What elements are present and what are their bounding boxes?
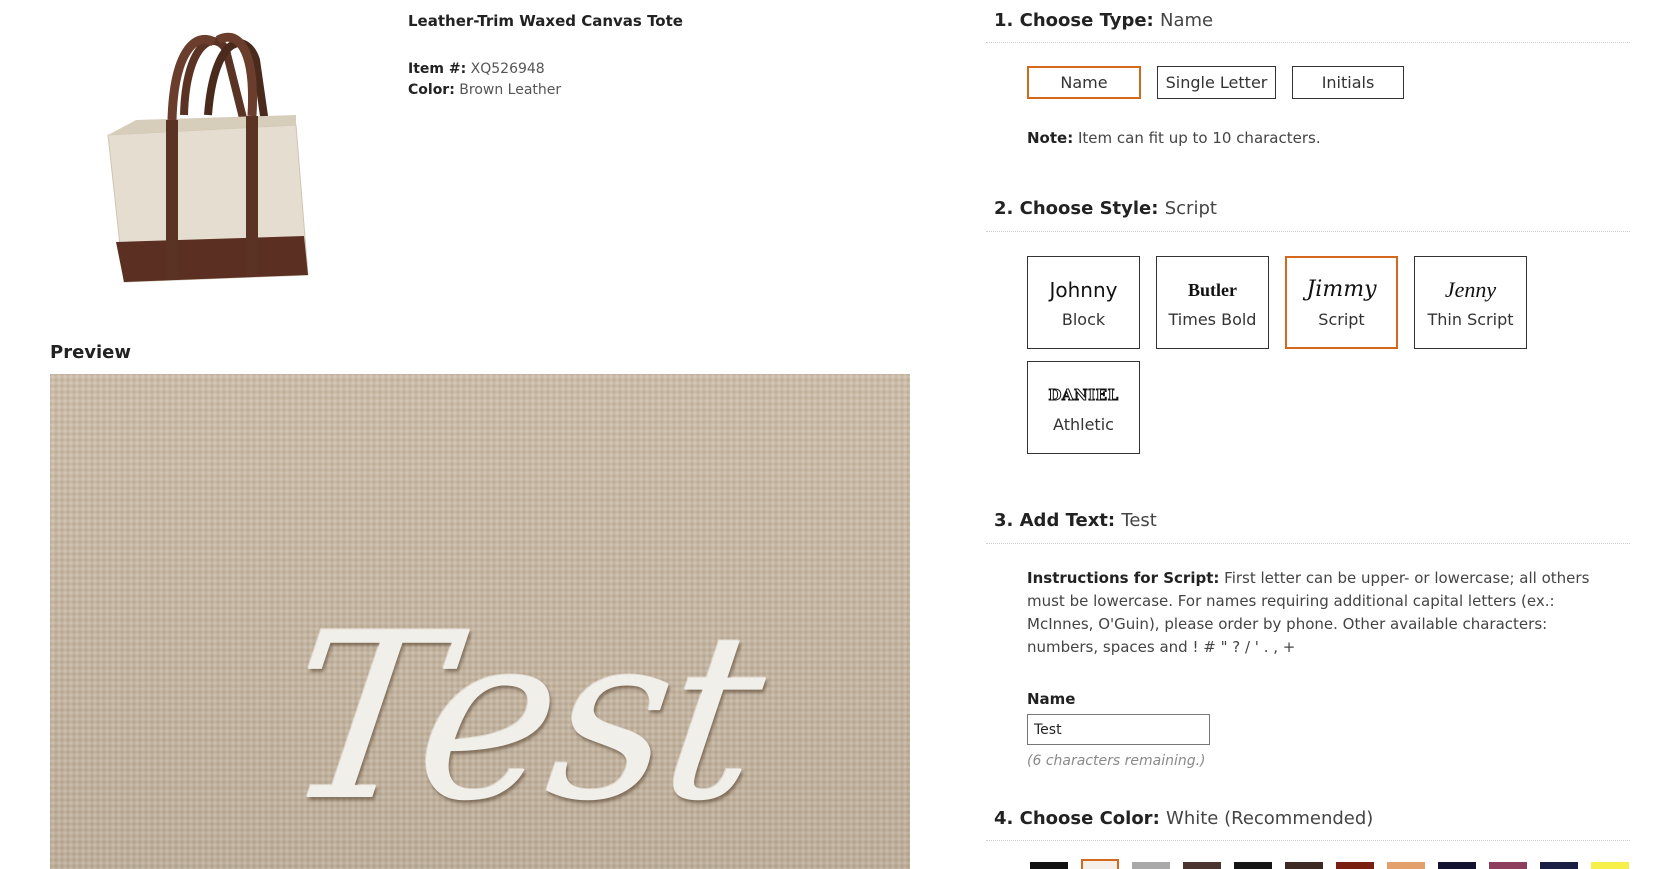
style-label: Block xyxy=(1061,310,1106,329)
item-color: Color: Brown Leather xyxy=(408,82,561,98)
style-label: Thin Script xyxy=(1427,310,1514,329)
style-sample: Jenny xyxy=(1444,277,1497,302)
color-heading-value: White (Recommended) xyxy=(1166,808,1374,829)
item-color-label: Color: xyxy=(408,82,455,98)
color-section-heading: 4. Choose Color: White (Recommended) xyxy=(994,808,1373,829)
note-label: Note: xyxy=(1027,129,1074,147)
type-heading-label: 1. Choose Type: xyxy=(994,10,1154,31)
item-number-value: XQ526948 xyxy=(470,61,545,77)
item-number: Item #: XQ526948 xyxy=(408,61,545,77)
color-swatch[interactable] xyxy=(1387,862,1425,869)
style-label: Times Bold xyxy=(1168,310,1257,329)
divider xyxy=(986,231,1630,232)
divider xyxy=(986,42,1630,43)
text-heading-value: Test xyxy=(1121,510,1157,531)
style-section-heading: 2. Choose Style: Script xyxy=(994,198,1217,219)
color-swatch[interactable] xyxy=(1234,862,1272,869)
text-heading-label: 3. Add Text: xyxy=(994,510,1116,531)
style-label: Athletic xyxy=(1053,415,1114,434)
style-heading-label: 2. Choose Style: xyxy=(994,198,1159,219)
color-swatch[interactable] xyxy=(1591,862,1629,869)
preview-canvas: Test xyxy=(50,374,910,869)
note-text: Item can fit up to 10 characters. xyxy=(1077,129,1321,147)
style-label: Script xyxy=(1318,310,1365,329)
name-field-label: Name xyxy=(1027,690,1076,708)
type-option-initials[interactable]: Initials xyxy=(1292,66,1404,99)
color-swatch[interactable] xyxy=(1285,862,1323,869)
name-input[interactable] xyxy=(1027,714,1210,745)
style-heading-value: Script xyxy=(1164,198,1217,219)
script-instructions: Instructions for Script: First letter ca… xyxy=(1027,567,1622,659)
color-swatch[interactable] xyxy=(1030,862,1068,869)
characters-remaining: (6 characters remaining.) xyxy=(1027,753,1206,769)
style-option-athletic[interactable]: DANIEL Athletic xyxy=(1027,361,1140,454)
preview-heading: Preview xyxy=(50,342,132,363)
color-swatch[interactable] xyxy=(1489,862,1527,869)
style-sample: Jimmy xyxy=(1306,277,1377,302)
style-sample: DANIEL xyxy=(1048,386,1119,405)
item-number-label: Item #: xyxy=(408,61,467,77)
text-section-heading: 3. Add Text: Test xyxy=(994,510,1157,531)
type-option-name[interactable]: Name xyxy=(1027,66,1141,99)
instructions-label: Instructions for Script: xyxy=(1027,569,1220,587)
item-color-value: Brown Leather xyxy=(459,82,562,98)
preview-embroidery-text: Test xyxy=(271,585,775,852)
color-swatch[interactable] xyxy=(1336,862,1374,869)
style-option-script[interactable]: Jimmy Script xyxy=(1285,256,1398,349)
style-option-times-bold[interactable]: Butler Times Bold xyxy=(1156,256,1269,349)
color-swatch[interactable] xyxy=(1132,862,1170,869)
type-note: Note: Item can fit up to 10 characters. xyxy=(1027,129,1321,147)
color-swatch[interactable] xyxy=(1540,862,1578,869)
style-sample: Butler xyxy=(1188,280,1237,300)
type-heading-value: Name xyxy=(1160,10,1214,31)
style-option-thin-script[interactable]: Jenny Thin Script xyxy=(1414,256,1527,349)
style-sample: Johnny xyxy=(1049,278,1118,302)
color-swatch[interactable] xyxy=(1183,862,1221,869)
type-section-heading: 1. Choose Type: Name xyxy=(994,10,1213,31)
style-option-block[interactable]: Johnny Block xyxy=(1027,256,1140,349)
color-heading-label: 4. Choose Color: xyxy=(994,808,1160,829)
color-swatch[interactable] xyxy=(1438,862,1476,869)
color-swatch[interactable] xyxy=(1081,859,1119,869)
type-option-single-letter[interactable]: Single Letter xyxy=(1157,66,1276,99)
product-title: Leather-Trim Waxed Canvas Tote xyxy=(408,12,683,30)
divider xyxy=(986,840,1630,841)
product-image xyxy=(96,20,316,290)
divider xyxy=(986,543,1630,544)
